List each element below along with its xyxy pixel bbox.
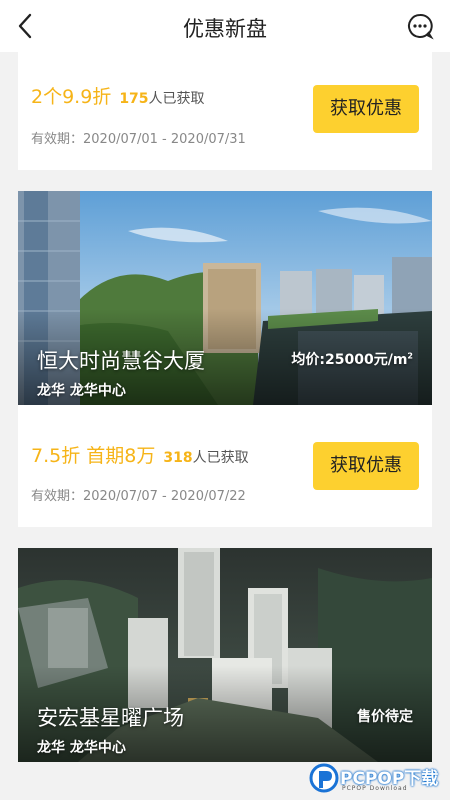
- page-title: 优惠新盘: [183, 17, 267, 41]
- watermark-subtext: PCPOP Download: [342, 785, 408, 792]
- project-price: 均价:25000元/m2: [291, 349, 413, 369]
- price-unit-sup: 2: [407, 351, 413, 361]
- offer-deal: 7.5折 首期8万 318人已获取: [31, 441, 249, 468]
- get-offer-button[interactable]: 获取优惠: [313, 442, 419, 490]
- project-area: 龙华 龙华中心: [37, 383, 126, 399]
- project-card[interactable]: 恒大时尚慧谷大厦 龙华 龙华中心 均价:25000元/m2: [18, 191, 432, 405]
- pcpop-logo-icon: [309, 763, 339, 793]
- project-name: 安宏基星曜广场: [37, 706, 184, 730]
- claim-count-suffix: 人已获取: [192, 450, 249, 466]
- get-offer-button[interactable]: 获取优惠: [313, 85, 419, 133]
- validity-text: 有效期：2020/07/01 - 2020/07/31: [31, 132, 246, 147]
- chat-bubble-icon[interactable]: [406, 12, 434, 40]
- validity-text: 有效期：2020/07/07 - 2020/07/22: [31, 489, 246, 504]
- top-nav-bar: 优惠新盘: [0, 0, 450, 52]
- deal-text: 2个9.9折: [31, 86, 112, 108]
- claim-count-suffix: 人已获取: [148, 91, 205, 107]
- deal-text: 7.5折 首期8万: [31, 445, 156, 467]
- project-name: 恒大时尚慧谷大厦: [37, 349, 205, 373]
- offer-card: 2个9.9折 175人已获取 有效期：2020/07/01 - 2020/07/3…: [18, 52, 432, 170]
- project-price: 售价待定: [357, 709, 413, 725]
- offer-deal: 2个9.9折 175人已获取: [31, 82, 205, 109]
- price-text: 均价:25000元/m: [291, 352, 408, 368]
- claim-count: 175: [119, 91, 149, 107]
- project-card[interactable]: 安宏基星曜广场 龙华 龙华中心 售价待定: [18, 548, 432, 762]
- watermark: PCPOP下载 PCPOP Download: [308, 762, 446, 796]
- claim-count: 318: [163, 450, 193, 466]
- offer-card: 7.5折 首期8万 318人已获取 有效期：2020/07/07 - 2020/0…: [18, 405, 432, 527]
- project-area: 龙华 龙华中心: [37, 740, 126, 756]
